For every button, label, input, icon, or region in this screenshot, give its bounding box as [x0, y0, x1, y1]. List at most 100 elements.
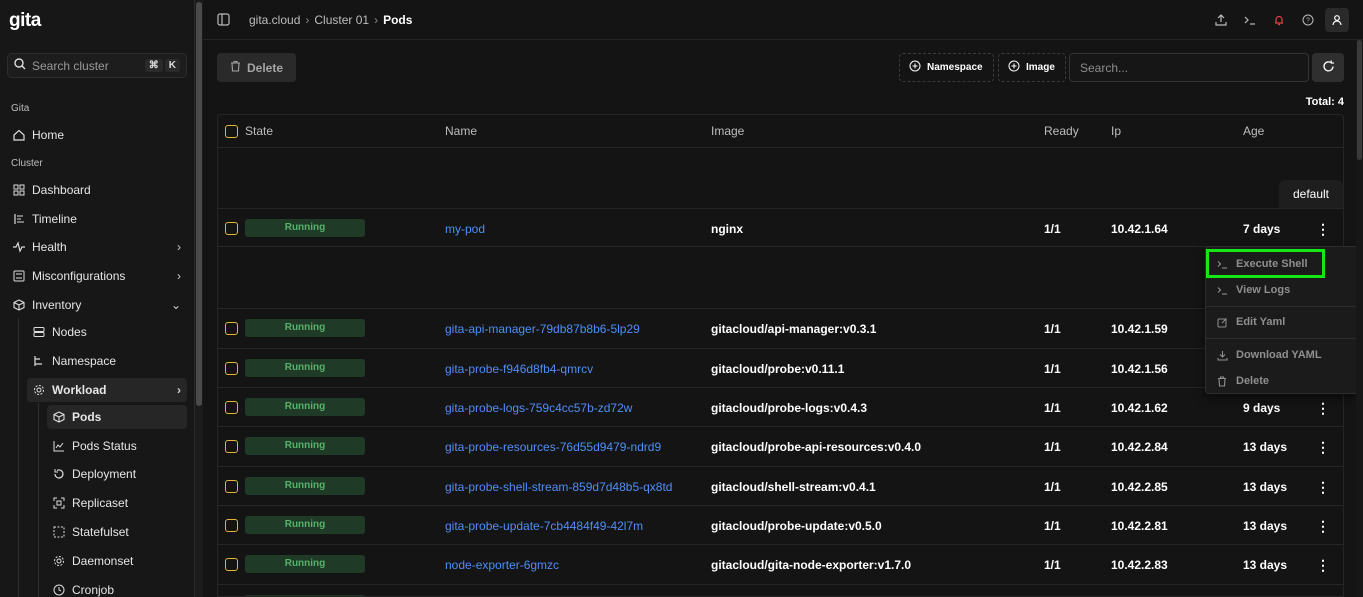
pod-ready: 1/1 — [1044, 362, 1061, 376]
bell-icon[interactable] — [1267, 8, 1291, 32]
terminal-icon[interactable] — [1238, 8, 1262, 32]
more-vertical-icon[interactable]: ⋮ — [1315, 478, 1331, 496]
menu-item-delete[interactable]: Delete — [1206, 370, 1357, 392]
more-vertical-icon[interactable]: ⋮ — [1315, 438, 1331, 456]
pod-name-link[interactable]: my-pod — [445, 222, 485, 236]
scrollbar-thumb[interactable] — [1357, 40, 1362, 160]
main-scrollbar[interactable] — [1356, 40, 1363, 597]
breadcrumb-item[interactable]: Cluster 01 — [314, 13, 369, 27]
sidebar-scrollbar[interactable] — [195, 0, 203, 597]
table-header: State Name Image Ready Ip Age — [218, 115, 1343, 148]
pod-name-link[interactable]: node-exporter-6gmzc — [445, 558, 559, 572]
sidebar-item-label: Daemonset — [72, 554, 134, 568]
column-ready[interactable]: Ready — [1044, 124, 1079, 138]
sidebar-item-deployment[interactable]: Deployment — [47, 462, 187, 486]
sidebar-item-label: Workload — [52, 383, 107, 397]
sidebar-item-health[interactable]: Health › — [7, 235, 187, 259]
help-icon[interactable]: ? — [1296, 8, 1320, 32]
table-row[interactable]: Running my-pod nginx 1/1 10.42.1.64 7 da… — [218, 209, 1343, 247]
sidebar-item-cronjob[interactable]: Cronjob — [47, 578, 187, 597]
svg-text:?: ? — [1306, 18, 1310, 25]
sidebar-item-namespace[interactable]: Namespace — [27, 349, 187, 373]
pod-name-link[interactable]: gita-probe-update-7cb4484f49-42l7m — [445, 519, 643, 533]
sidebar-item-replicaset[interactable]: Replicaset — [47, 491, 187, 515]
timeline-icon — [12, 213, 25, 226]
cluster-search-placeholder: Search cluster — [32, 58, 109, 73]
menu-item-download-yaml[interactable]: Download YAML — [1206, 344, 1357, 366]
menu-item-view-logs[interactable]: View Logs — [1206, 279, 1357, 301]
select-all-checkbox[interactable] — [225, 125, 238, 138]
column-state[interactable]: State — [245, 124, 273, 138]
sidebar-item-misconfigurations[interactable]: Misconfigurations › — [7, 264, 187, 288]
pod-name-link[interactable]: gita-probe-f946d8fb4-qmrcv — [445, 362, 593, 376]
more-vertical-icon[interactable]: ⋮ — [1315, 517, 1331, 535]
image-filter-button[interactable]: Image — [998, 53, 1066, 82]
pod-ready: 1/1 — [1044, 558, 1061, 572]
row-checkbox[interactable] — [225, 519, 238, 532]
sidebar-item-inventory[interactable]: Inventory ⌄ — [7, 293, 187, 317]
more-vertical-icon[interactable]: ⋮ — [1315, 399, 1331, 417]
more-vertical-icon[interactable]: ⋮ — [1315, 556, 1331, 574]
pod-name-link[interactable]: gita-probe-shell-stream-859d7d48b5-qx8td — [445, 480, 672, 494]
pod-name-link[interactable]: gita-probe-resources-76d55d9479-ndrd9 — [445, 440, 661, 454]
pod-ready: 1/1 — [1044, 401, 1061, 415]
activity-icon — [12, 241, 25, 254]
namespace-group-spacer — [218, 148, 1343, 209]
sidebar-item-label: Nodes — [52, 325, 87, 339]
sidebar-item-label: Cronjob — [72, 583, 115, 597]
row-checkbox[interactable] — [225, 558, 238, 571]
pod-ip: 10.42.1.64 — [1111, 222, 1168, 236]
row-checkbox[interactable] — [225, 440, 238, 453]
row-checkbox[interactable] — [225, 480, 238, 493]
status-badge: Running — [245, 398, 365, 416]
cluster-search[interactable]: Search cluster ⌘ K — [7, 53, 187, 78]
sidebar-item-daemonset[interactable]: Daemonset — [47, 549, 187, 573]
table-row[interactable]: Running gita-probe-shell-stream-859d7d48… — [218, 467, 1343, 506]
sidebar-item-pods-status[interactable]: Pods Status — [47, 434, 187, 458]
table-row[interactable]: Running gita-probe-f946d8fb4-qmrcv gitac… — [218, 349, 1343, 388]
breadcrumb-item[interactable]: gita.cloud — [249, 13, 300, 27]
row-checkbox[interactable] — [225, 322, 238, 335]
table-row[interactable]: Running gita-probe-update-7cb4484f49-42l… — [218, 506, 1343, 545]
sidebar-item-statefulset[interactable]: Statefulset — [47, 520, 187, 544]
sidebar-item-pods[interactable]: Pods — [47, 405, 187, 429]
table-row[interactable]: Running node-exporter-6gmzc gitacloud/gi… — [218, 545, 1343, 585]
column-ip[interactable]: Ip — [1111, 124, 1121, 138]
column-name[interactable]: Name — [445, 124, 477, 138]
table-row-partial — [218, 585, 1343, 596]
table-row[interactable]: Running gita-probe-resources-76d55d9479-… — [218, 427, 1343, 467]
namespace-group-spacer — [218, 247, 1343, 309]
breadcrumb: gita.cloud › Cluster 01 › Pods — [249, 13, 412, 27]
sidebar-toggle-icon[interactable] — [217, 13, 230, 29]
column-age[interactable]: Age — [1243, 124, 1264, 138]
pod-image: gitacloud/probe-api-resources:v0.4.0 — [711, 440, 922, 454]
column-image[interactable]: Image — [711, 124, 744, 138]
namespace-filter-button[interactable]: Namespace — [899, 53, 994, 82]
sidebar-item-home[interactable]: Home — [7, 123, 187, 147]
row-checkbox[interactable] — [225, 222, 238, 235]
pod-name-link[interactable]: gita-probe-logs-759c4cc57b-zd72w — [445, 401, 632, 415]
row-checkbox[interactable] — [225, 362, 238, 375]
trash-icon — [1216, 375, 1228, 387]
namespace-tab-default[interactable]: default — [1279, 180, 1343, 208]
user-avatar-icon[interactable] — [1325, 8, 1349, 32]
sidebar-item-timeline[interactable]: Timeline — [7, 207, 187, 231]
section-gita: Gita — [11, 103, 30, 114]
sidebar-item-nodes[interactable]: Nodes — [27, 320, 187, 344]
sidebar-item-workload[interactable]: Workload › — [27, 378, 187, 402]
pod-ready: 1/1 — [1044, 322, 1061, 336]
pod-name-link[interactable]: gita-api-manager-79db87b8b6-5lp29 — [445, 322, 640, 336]
refresh-button[interactable] — [1312, 53, 1344, 82]
menu-item-edit-yaml[interactable]: Edit Yaml — [1206, 311, 1357, 333]
table-row[interactable]: Running gita-probe-logs-759c4cc57b-zd72w… — [218, 388, 1343, 427]
upload-icon[interactable] — [1209, 8, 1233, 32]
table-row[interactable]: Running gita-api-manager-79db87b8b6-5lp2… — [218, 309, 1343, 349]
delete-button[interactable]: Delete — [217, 53, 296, 82]
pod-ready: 1/1 — [1044, 480, 1061, 494]
sidebar-item-dashboard[interactable]: Dashboard — [7, 178, 187, 202]
pods-search-input[interactable] — [1069, 53, 1309, 82]
row-checkbox[interactable] — [225, 401, 238, 414]
status-badge: Running — [245, 477, 365, 495]
more-vertical-icon[interactable]: ⋮ — [1315, 220, 1331, 238]
scrollbar-thumb[interactable] — [196, 2, 202, 406]
